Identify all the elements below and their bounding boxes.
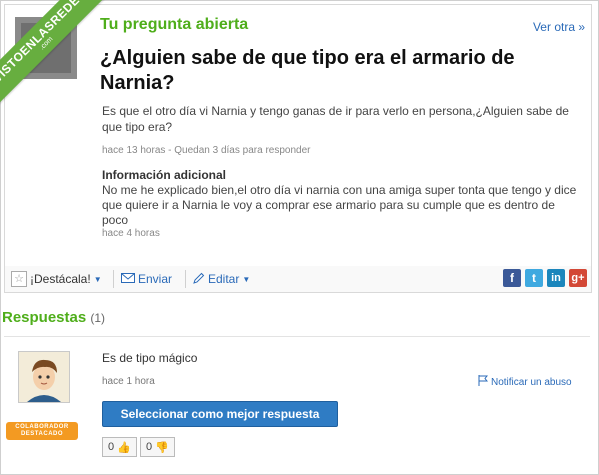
report-abuse-label: Notificar un abuso bbox=[491, 376, 572, 388]
star-icon: ☆ bbox=[11, 271, 27, 287]
thumbs-down-button[interactable]: 0 👎 bbox=[140, 437, 175, 457]
thumbs-up-icon: 👍 bbox=[117, 441, 131, 454]
badge-line-2: DESTACADO bbox=[20, 431, 64, 437]
answers-heading: Respuestas (1) bbox=[2, 309, 105, 326]
facebook-icon[interactable]: f bbox=[503, 269, 521, 287]
answer-meta: hace 1 hora bbox=[102, 376, 155, 387]
answer-avatar[interactable] bbox=[18, 351, 70, 403]
linkedin-icon[interactable]: in bbox=[547, 269, 565, 287]
answer-text: Es de tipo mágico bbox=[102, 351, 198, 365]
answers-count: (1) bbox=[90, 311, 106, 325]
ver-otra-link[interactable]: Ver otra » bbox=[533, 20, 585, 34]
question-body: Es que el otro día vi Narnia y tengo gan… bbox=[102, 104, 569, 134]
additional-info-label: Información adicional bbox=[102, 168, 227, 182]
page-title: Tu pregunta abierta bbox=[100, 16, 249, 33]
question-meta: hace 13 horas - Quedan 3 días para respo… bbox=[102, 145, 311, 156]
destacala-label: ¡Destácala! bbox=[30, 272, 91, 286]
envelope-icon bbox=[121, 272, 135, 286]
pencil-icon bbox=[193, 272, 205, 287]
additional-info-meta: hace 4 horas bbox=[102, 228, 160, 239]
votes-down-count: 0 bbox=[146, 441, 153, 453]
collaborator-badge: COLABORADOR DESTACADO bbox=[6, 422, 78, 440]
google-plus-icon[interactable]: g+ bbox=[569, 269, 587, 287]
flag-icon bbox=[478, 375, 489, 389]
editar-label: Editar bbox=[208, 272, 240, 286]
answers-title: Respuestas bbox=[2, 309, 87, 326]
question-title: ¿Alguien sabe de que tipo era el armario… bbox=[100, 47, 515, 94]
thumbs-down-icon: 👎 bbox=[155, 441, 169, 454]
twitter-icon[interactable]: t bbox=[525, 269, 543, 287]
divider bbox=[4, 336, 590, 337]
thumbs-up-button[interactable]: 0 👍 bbox=[102, 437, 137, 457]
votes-up-count: 0 bbox=[108, 441, 115, 453]
enviar-label: Enviar bbox=[138, 272, 173, 286]
chevron-down-icon: ▼ bbox=[93, 274, 102, 284]
additional-info-body: No me he explicado bien,el otro día vi n… bbox=[102, 183, 577, 227]
chevron-down-icon: ▼ bbox=[242, 274, 251, 284]
destacala-button[interactable]: ☆ ¡Destácala! ▼ bbox=[11, 270, 102, 288]
select-best-answer-button[interactable]: Seleccionar como mejor respuesta bbox=[102, 401, 338, 427]
badge-line-1: COLABORADOR bbox=[15, 424, 69, 430]
editar-button[interactable]: Editar ▼ bbox=[193, 270, 250, 288]
question-toolbar: ☆ ¡Destácala! ▼ Enviar Editar ▼ f t in g… bbox=[4, 266, 592, 293]
report-abuse-link[interactable]: Notificar un abuso bbox=[478, 375, 572, 389]
enviar-button[interactable]: Enviar bbox=[121, 270, 172, 288]
